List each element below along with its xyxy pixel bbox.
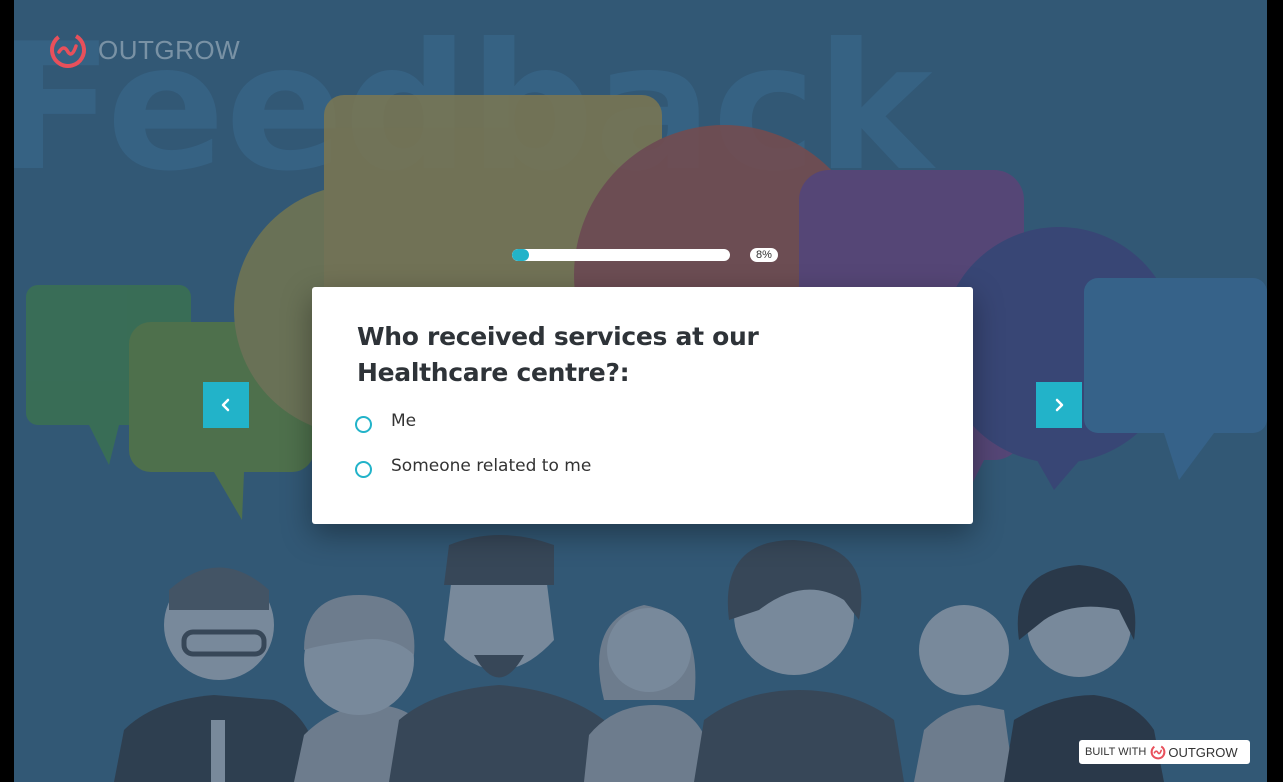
radio-button[interactable] (355, 461, 372, 478)
built-with-label: BUILT WITH (1085, 746, 1147, 758)
outgrow-logo-icon (1150, 744, 1166, 760)
previous-button[interactable] (203, 382, 249, 428)
progress-track (512, 249, 730, 261)
option-label: Me (391, 410, 417, 431)
brand-logo: OUTGROW (48, 30, 240, 70)
built-with-badge[interactable]: BUILT WITH OUTGROW (1079, 740, 1250, 764)
progress-bar: 8% (512, 248, 778, 262)
progress-label: 8% (750, 248, 778, 262)
option-someone-related[interactable]: Someone related to me (355, 455, 591, 478)
quiz-stage: Feedback (14, 0, 1267, 782)
question-title: Who received services at our Healthcare … (357, 322, 759, 387)
option-label: Someone related to me (391, 455, 592, 476)
chevron-left-icon (221, 398, 230, 412)
built-with-brand: OUTGROW (1168, 744, 1238, 760)
outgrow-logo-icon (50, 32, 86, 68)
next-button[interactable] (1036, 382, 1082, 428)
radio-button[interactable] (355, 416, 372, 433)
chevron-right-icon (1055, 398, 1064, 412)
question-card: Who received services at our Healthcare … (312, 287, 973, 524)
option-me[interactable]: Me (355, 410, 416, 433)
brand-name: OUTGROW (98, 34, 241, 65)
progress-fill (512, 249, 530, 261)
